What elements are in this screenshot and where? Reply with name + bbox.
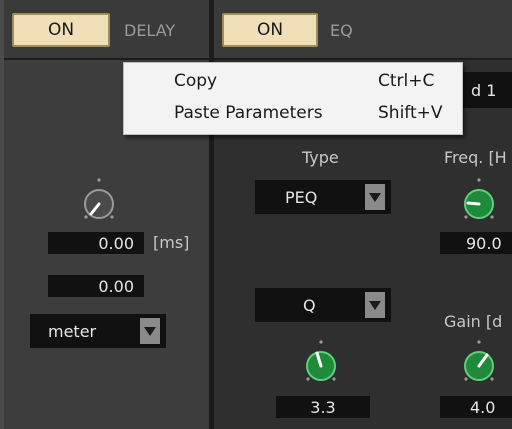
- freq-knob[interactable]: [456, 174, 502, 228]
- delay-unit-label: [ms]: [153, 233, 190, 252]
- menu-item-copy-shortcut: Ctrl+C: [378, 71, 435, 91]
- menu-item-paste-label: Paste Parameters: [174, 103, 323, 123]
- delay-sub-field[interactable]: 0.00: [48, 275, 144, 297]
- type-label: Type: [302, 148, 339, 167]
- delay-on-button[interactable]: ON: [12, 13, 110, 47]
- context-menu: Copy Ctrl+C Paste Parameters Shift+V: [123, 62, 463, 135]
- menu-item-paste-shortcut: Shift+V: [378, 103, 443, 123]
- menu-item-copy[interactable]: Copy Ctrl+C: [124, 67, 462, 97]
- meter-dropdown-arrow-icon[interactable]: [140, 318, 160, 344]
- eq-on-label: ON: [256, 20, 284, 40]
- meter-select[interactable]: meter: [30, 314, 166, 348]
- delay-knob[interactable]: [76, 174, 122, 228]
- freq-value-field[interactable]: 90.0: [440, 232, 512, 254]
- delay-on-label: ON: [47, 20, 75, 40]
- gain-knob[interactable]: [456, 336, 502, 390]
- type-select-value: PEQ: [285, 187, 318, 207]
- q-select[interactable]: Q: [255, 288, 391, 322]
- q-select-value: Q: [303, 295, 316, 315]
- menu-item-copy-label: Copy: [174, 71, 218, 91]
- eq-on-button[interactable]: ON: [222, 13, 318, 47]
- eq-title: EQ: [330, 21, 353, 40]
- q-dropdown-arrow-icon[interactable]: [365, 292, 385, 318]
- gain-label: Gain [d: [444, 312, 503, 331]
- type-select[interactable]: PEQ: [255, 180, 391, 214]
- gain-value-field[interactable]: 4.0: [440, 396, 512, 418]
- q-value-field[interactable]: 3.3: [276, 396, 370, 418]
- type-dropdown-arrow-icon[interactable]: [365, 184, 385, 210]
- menu-item-paste-parameters[interactable]: Paste Parameters Shift+V: [124, 99, 462, 129]
- q-knob[interactable]: [298, 336, 344, 390]
- delay-title: DELAY: [124, 21, 176, 40]
- freq-label: Freq. [H: [444, 148, 507, 167]
- delay-value-field[interactable]: 0.00: [48, 232, 144, 254]
- meter-select-value: meter: [48, 321, 97, 341]
- band-select-field[interactable]: d 1: [463, 72, 512, 108]
